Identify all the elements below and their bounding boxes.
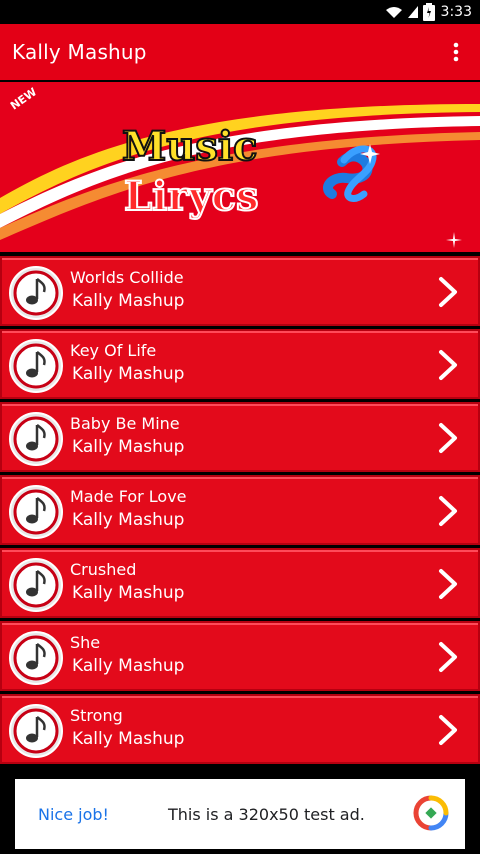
song-row[interactable]: Worlds Collide Kally Mashup [0,256,480,326]
song-row[interactable]: Baby Be Mine Kally Mashup [0,402,480,472]
ad-label: Nice job! [38,805,109,824]
battery-icon [422,3,435,21]
song-row[interactable]: Strong Kally Mashup [0,694,480,764]
signal-icon [407,6,418,18]
song-title: Strong [70,706,123,725]
ad-logo-icon [413,795,449,831]
chevron-right-icon [439,350,457,380]
test-ad-banner[interactable]: Nice job! This is a 320x50 test ad. [15,779,465,849]
ad-text: This is a 320x50 test ad. [168,805,365,824]
music-note-icon [9,266,63,320]
song-artist: Kally Mashup [72,364,185,384]
song-title: She [70,633,101,652]
music-note-icon [9,558,63,612]
music-note-icon [9,631,63,685]
music-note-icon [9,485,63,539]
music-note-icon [9,704,63,758]
song-artist: Kally Mashup [72,583,185,603]
banner-lirycs-text: Lirycs [123,172,260,221]
song-row[interactable]: Made For Love Kally Mashup [0,475,480,545]
song-row[interactable]: She Kally Mashup [0,621,480,691]
chevron-right-icon [439,715,457,745]
chevron-right-icon [439,569,457,599]
chevron-right-icon [439,423,457,453]
chevron-right-icon [439,496,457,526]
song-artist: Kally Mashup [72,437,185,457]
song-row[interactable]: Key Of Life Kally Mashup [0,329,480,399]
overflow-menu-icon [453,42,459,62]
banner-music-text: Music [121,122,258,171]
song-title: Worlds Collide [70,268,184,287]
status-bar: 3:33 [0,0,480,24]
music-note-icon [9,339,63,393]
chevron-right-icon [439,642,457,672]
song-artist: Kally Mashup [72,510,185,530]
sparkle-icon [446,232,462,248]
song-title: Made For Love [70,487,187,506]
song-artist: Kally Mashup [72,729,185,749]
song-artist: Kally Mashup [72,291,185,311]
song-artist: Kally Mashup [72,656,185,676]
banner-logo-icon [323,144,380,202]
app-bar: Kally Mashup [0,24,480,80]
song-title: Key Of Life [70,341,157,360]
music-note-icon [9,412,63,466]
app-title: Kally Mashup [12,40,147,64]
wifi-icon [385,7,402,18]
song-title: Crushed [70,560,137,579]
overflow-menu-button[interactable] [444,40,468,64]
song-row[interactable]: Crushed Kally Mashup [0,548,480,618]
chevron-right-icon [439,277,457,307]
status-icons [385,3,435,21]
song-title: Baby Be Mine [70,414,180,433]
status-time: 3:33 [440,4,472,20]
